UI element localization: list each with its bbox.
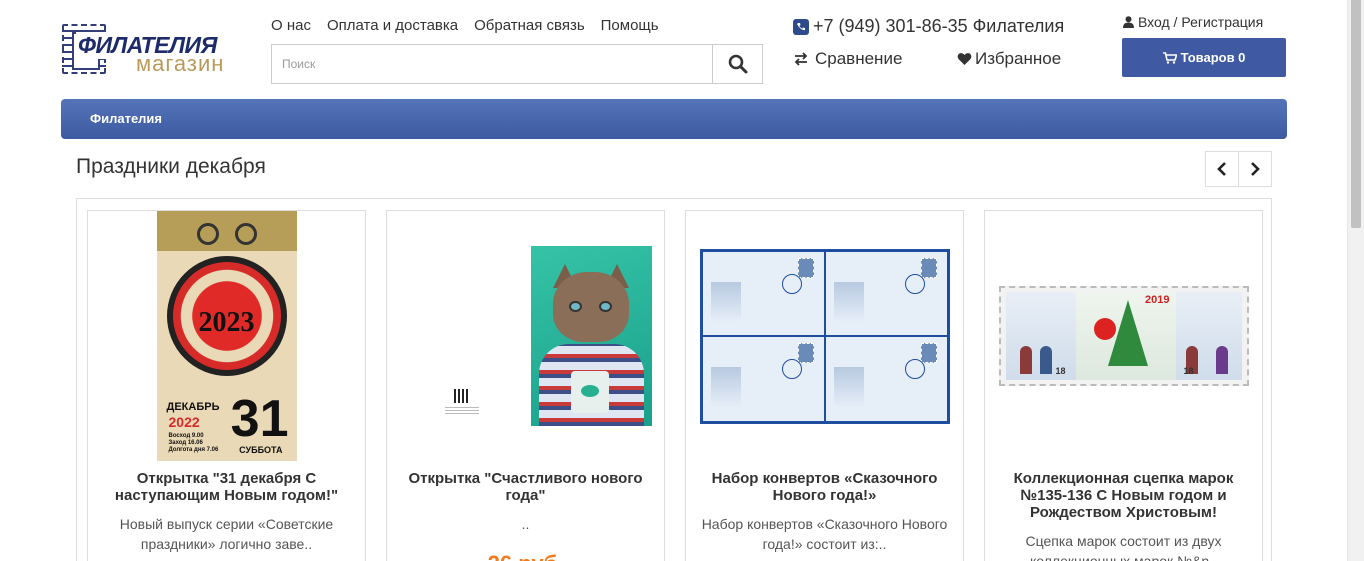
calendar-year-small: 2022 [168,414,200,430]
cat-postcard-image [387,211,664,461]
product-price: 26 руб. [387,551,664,561]
compare-label: Сравнение [815,49,903,68]
cart-button[interactable]: Товаров 0 [1122,38,1286,77]
product-title[interactable]: Набор конвертов «Сказочного Нового года!… [700,470,949,504]
calendar-ring [234,223,257,245]
page-scrollbar[interactable] [1347,0,1364,561]
product-title[interactable]: Открытка "31 декабря С наступающим Новым… [102,470,351,504]
product-card[interactable]: 2023 ДЕКАБРЬ 2022 Восход 9.00 Заход 16.0… [87,210,366,561]
login-label: Вход / Регистрация [1138,14,1264,30]
chevron-left-icon [1217,162,1226,176]
calendar-top [156,211,297,251]
stamp-pair-image: 18 2019 18 [998,286,1249,386]
product-description: Новый выпуск серии «Советские праздники»… [119,516,334,552]
calendar-ring [196,223,219,245]
link-about[interactable]: О нас [271,17,311,34]
top-links: О нас Оплата и доставка Обратная связь П… [271,17,659,34]
compare-arrows-icon [794,52,808,66]
site-logo[interactable]: ФИЛАТЕЛИЯ магазин [62,22,234,78]
wishlist-link[interactable]: Избранное [957,49,1061,69]
section-title: Праздники декабря [76,155,266,178]
phone-text: +7 (949) 301-86-35 Филателия [813,16,1065,36]
envelope [825,337,947,421]
product-card[interactable]: Открытка "Счастливого нового года" .. 26… [386,210,665,561]
link-payment-delivery[interactable]: Оплата и доставка [327,17,458,34]
link-feedback[interactable]: Обратная связь [474,17,585,34]
cat-eye [599,301,612,312]
stamp: 18 [1005,292,1076,380]
envelope [825,251,947,335]
cat-mug [571,371,609,413]
search-button[interactable] [712,45,762,83]
scrollbar-thumb[interactable] [1351,0,1361,228]
cart-label: Товаров 0 [1180,50,1246,65]
cat-head [553,272,629,342]
heart-icon [957,53,972,65]
cat-postcard [531,246,652,426]
product-description: .. [521,516,530,532]
login-register-link[interactable]: Вход / Регистрация [1123,14,1263,30]
envelopes-set-image [699,248,950,424]
calendar-year: 2023 [198,307,255,338]
category-navbar: Филателия [61,99,1287,139]
product-image[interactable]: 2023 ДЕКАБРЬ 2022 Восход 9.00 Заход 16.0… [88,211,365,461]
stamp: 18 [1175,292,1242,380]
cat-eye [569,301,582,312]
chevron-right-icon [1251,162,1260,176]
wishlist-label: Избранное [975,49,1062,68]
qr-code-icon [454,389,468,403]
product-image[interactable] [387,211,664,461]
cart-icon [1162,51,1177,64]
nav-item-philately[interactable]: Филателия [90,111,162,126]
envelope [702,337,824,421]
phone-icon [793,18,809,35]
compare-link[interactable]: Сравнение [793,49,902,69]
phone-contact[interactable]: +7 (949) 301-86-35 Филателия [793,16,1064,37]
search-icon [728,54,747,74]
product-title[interactable]: Коллекционная сцепка марок №135-136 С Но… [999,470,1248,521]
calendar-weekday: СУББОТА [239,445,283,455]
carousel-next-button[interactable] [1238,152,1271,186]
product-card[interactable]: 18 2019 18 Коллекционная сцепка марок №1… [984,210,1263,561]
product-description: Сцепка марок состоит из двух коллекционн… [1025,533,1222,561]
product-image[interactable] [686,211,963,461]
product-title[interactable]: Открытка "Счастливого нового года" [401,470,650,504]
link-help[interactable]: Помощь [601,17,659,34]
envelope [702,251,824,335]
qr-caption [445,406,479,414]
carousel-controls [1205,151,1272,187]
product-image[interactable]: 18 2019 18 [985,211,1262,461]
calendar-day: 31 [230,390,289,448]
search-input[interactable] [272,45,712,83]
user-icon [1123,16,1134,28]
calendar-postcard-image: 2023 ДЕКАБРЬ 2022 Восход 9.00 Заход 16.0… [156,211,297,461]
stamp-tree: 2019 [1075,292,1176,380]
calendar-month: ДЕКАБРЬ [166,401,220,413]
product-carousel: 2023 ДЕКАБРЬ 2022 Восход 9.00 Заход 16.0… [76,198,1272,561]
product-card[interactable]: Набор конвертов «Сказочного Нового года!… [685,210,964,561]
search-bar [271,44,763,84]
logo-text-sub: магазин [136,51,225,76]
product-description: Набор конвертов «Сказочного Нового года!… [701,516,948,552]
carousel-prev-button[interactable] [1206,152,1238,186]
